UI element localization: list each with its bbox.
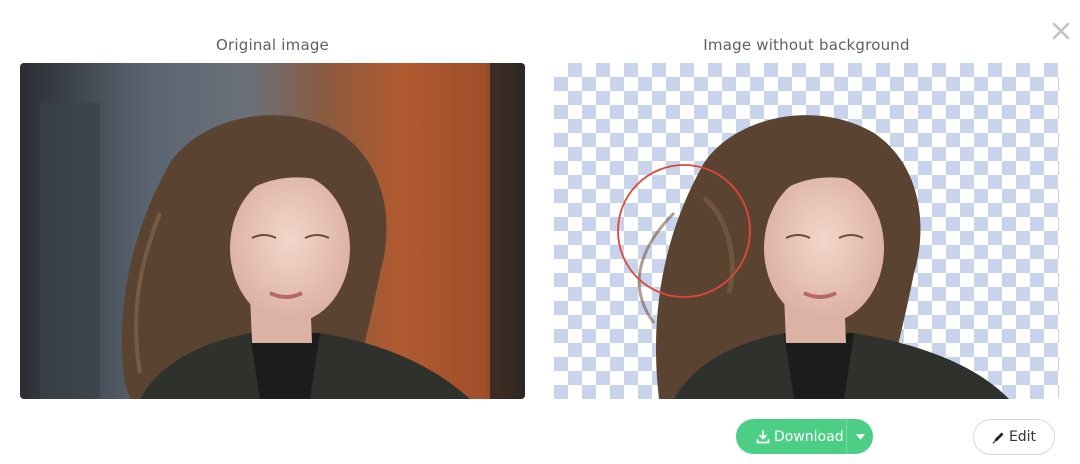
pencil-icon	[992, 432, 1004, 444]
result-image	[554, 63, 1059, 399]
original-image-title: Original image	[216, 36, 329, 54]
download-icon	[756, 429, 770, 443]
result-image-title: Image without background	[703, 36, 910, 54]
download-options-dropdown[interactable]	[846, 419, 873, 454]
edit-button[interactable]: Edit	[973, 419, 1055, 455]
original-image	[20, 63, 525, 399]
download-main-action[interactable]: Download	[736, 419, 846, 454]
edit-label: Edit	[1008, 429, 1037, 445]
download-label: Download	[774, 428, 844, 445]
download-button[interactable]: Download	[736, 419, 873, 454]
caret-down-icon	[855, 433, 865, 440]
